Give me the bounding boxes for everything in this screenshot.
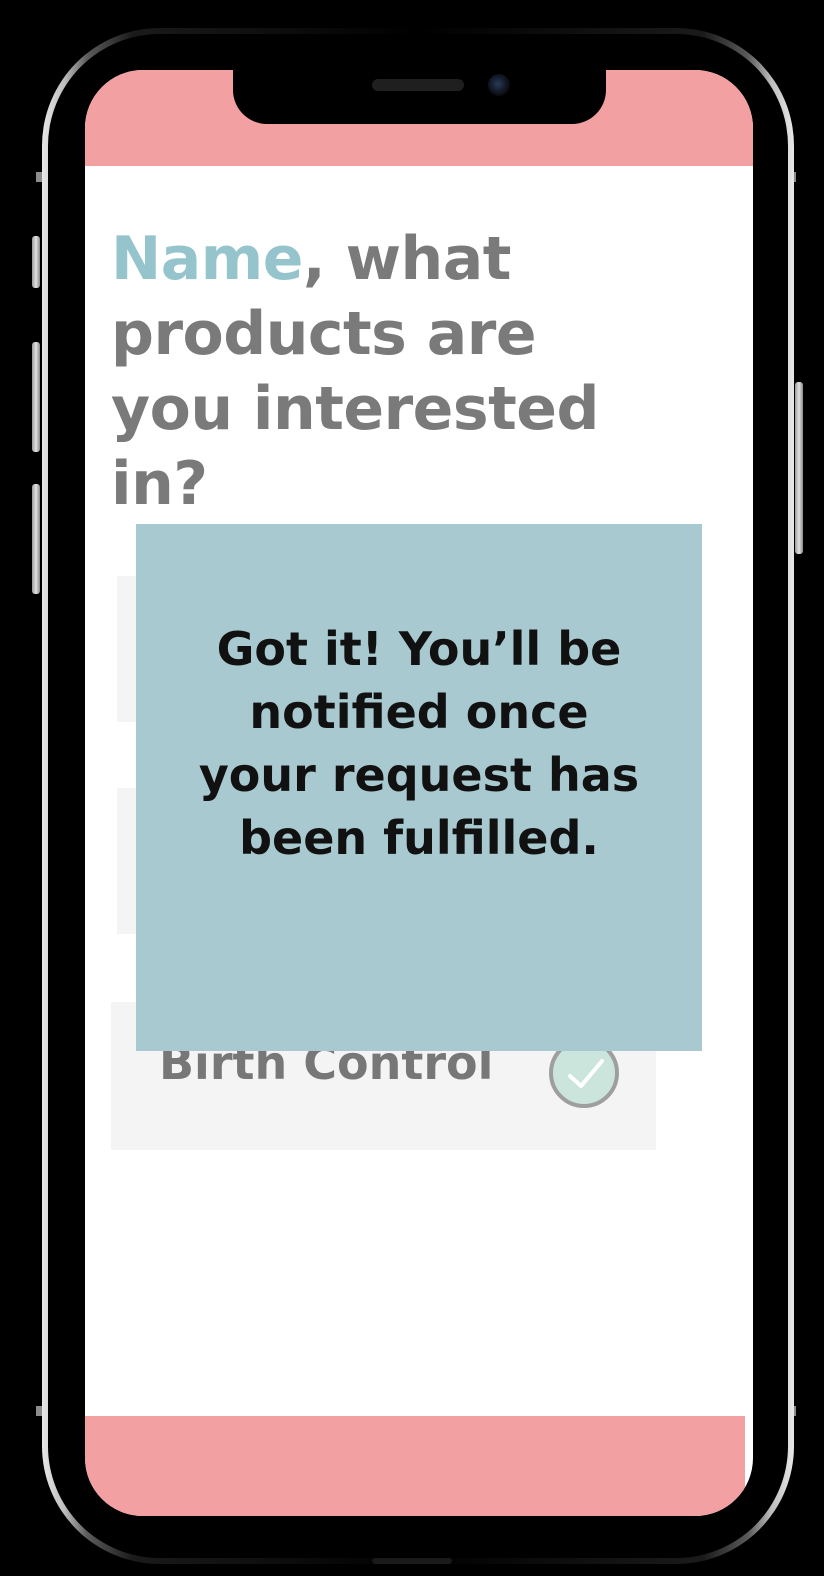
front-camera (488, 74, 510, 96)
toast-message: Got it! You’ll be notified once your req… (198, 622, 640, 865)
page-title: Name, what products are you interested i… (111, 222, 671, 522)
speaker-grille (372, 79, 464, 91)
phone-notch (233, 60, 606, 124)
bottom-bar (85, 1416, 745, 1516)
home-indicator (372, 1558, 452, 1564)
volume-up-button (32, 342, 40, 452)
confirmation-toast[interactable]: Got it! You’ll be notified once your req… (136, 524, 702, 1051)
device-mockup: Name, what products are you interested i… (0, 0, 824, 1576)
volume-down-button (32, 484, 40, 594)
mute-switch (32, 236, 40, 288)
user-name: Name (111, 224, 303, 294)
power-button (795, 382, 803, 554)
check-icon (568, 1059, 604, 1088)
